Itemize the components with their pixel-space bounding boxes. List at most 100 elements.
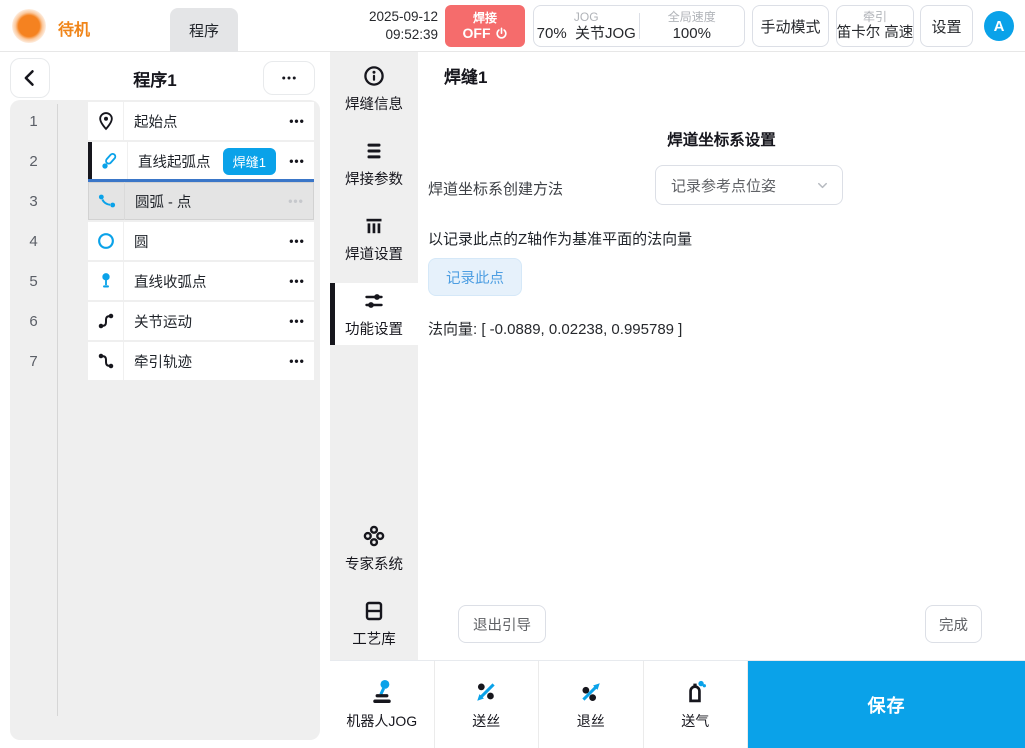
section-title: 焊道坐标系设置 — [667, 132, 776, 149]
chevron-left-icon — [24, 70, 34, 86]
row-number: 1 — [29, 112, 38, 130]
row-number: 2 — [29, 152, 38, 170]
wire-retract-icon — [582, 683, 600, 701]
nav-expert-system[interactable]: 专家系统 — [330, 518, 418, 580]
robot-jog-button[interactable]: 机器人JOG — [330, 661, 435, 748]
app-root: 待机 程序 2025-09-12 09:52:39 焊接 OFF JOG 70%… — [0, 0, 1025, 748]
row-menu-icon[interactable]: ••• — [280, 154, 314, 168]
row-menu-icon[interactable]: ••• — [280, 114, 314, 128]
nav-function-settings[interactable]: 功能设置 — [330, 283, 418, 345]
step-row-circle[interactable]: 圆 ••• — [88, 222, 314, 260]
circle-icon — [88, 222, 124, 260]
sliders-icon — [365, 294, 383, 308]
wire-retract-button[interactable]: 退丝 — [539, 661, 644, 748]
row-menu-icon[interactable]: ••• — [280, 234, 314, 248]
step-row-start-point[interactable]: 起始点 ••• — [88, 102, 314, 140]
time-label: 09:52:39 — [385, 27, 438, 42]
global-speed-control[interactable]: 全局速度 100% — [640, 6, 745, 46]
wire-feed-button[interactable]: 送丝 — [435, 661, 539, 748]
row-number: 6 — [29, 312, 38, 330]
date-label: 2025-09-12 — [368, 9, 438, 24]
jog-value: 70% — [536, 24, 567, 42]
step-row-joint-motion[interactable]: 关节运动 ••• — [88, 302, 314, 340]
row-menu-icon[interactable]: ••• — [279, 194, 313, 208]
weld-power-title: 焊接 — [472, 10, 497, 25]
gutter-divider — [57, 104, 58, 716]
nav-label: 功能设置 — [345, 322, 403, 338]
wire-feed-icon — [477, 683, 495, 701]
chevron-down-icon — [818, 182, 827, 188]
bb-label: 送气 — [681, 713, 710, 729]
row-number: 5 — [29, 272, 38, 290]
nav-weld-info[interactable]: 焊缝信息 — [330, 58, 418, 120]
jog-speed-group: JOG 70% 关节JOG 全局速度 100% — [533, 5, 745, 47]
user-avatar[interactable]: A — [984, 11, 1014, 41]
arc-point-icon — [89, 182, 125, 220]
program-step-list: 1 2 3 4 5 6 7 起始点 ••• 直线起弧点 焊缝1 ••• 圆弧 -… — [10, 100, 320, 740]
node-cluster-icon — [363, 525, 385, 547]
weld-power-state: OFF — [462, 24, 491, 41]
function-sidebar: 焊缝信息 焊接参数 焊道设置 功能设置 专家系统 工艺库 — [330, 52, 418, 660]
gas-cylinder-icon — [689, 680, 707, 703]
bb-label: 机器人JOG — [346, 713, 418, 729]
done-button[interactable]: 完成 — [925, 605, 982, 643]
step-label: 牵引轨迹 — [134, 354, 192, 371]
nav-weld-params[interactable]: 焊接参数 — [330, 133, 418, 195]
tab-program[interactable]: 程序 — [170, 8, 238, 52]
step-row-arc-point[interactable]: 圆弧 - 点 ••• — [88, 182, 314, 220]
bottom-toolbar: 机器人JOG 送丝 退丝 送气 保存 — [330, 660, 1025, 748]
jog-mode-control[interactable]: JOG 70% 关节JOG — [534, 6, 639, 46]
datetime: 2025-09-12 09:52:39 — [348, 8, 438, 44]
row-menu-icon[interactable]: ••• — [280, 274, 314, 288]
normal-vector-value: 法向量: [ -0.0889, 0.02238, 0.995789 ] — [428, 321, 683, 338]
topbar: 待机 程序 2025-09-12 09:52:39 焊接 OFF JOG 70%… — [0, 0, 1025, 52]
step-label: 起始点 — [134, 114, 178, 131]
status-label: 待机 — [58, 22, 91, 39]
exit-guide-button[interactable]: 退出引导 — [458, 605, 546, 643]
traction-label: 牵引 — [862, 9, 887, 24]
weld-power-button[interactable]: 焊接 OFF — [445, 5, 525, 47]
info-icon — [364, 66, 384, 86]
select-value: 记录参考点位姿 — [671, 177, 777, 195]
gas-feed-button[interactable]: 送气 — [644, 661, 748, 748]
back-button[interactable] — [10, 58, 50, 98]
row-menu-icon[interactable]: ••• — [280, 314, 314, 328]
arc-start-icon — [92, 142, 128, 180]
settings-button[interactable]: 设置 — [920, 5, 973, 47]
active-indicator-bar — [330, 283, 335, 345]
traction-mode-control[interactable]: 牵引 笛卡尔 高速 — [836, 5, 914, 47]
nav-process-library[interactable]: 工艺库 — [330, 593, 418, 655]
step-row-line-arc-end[interactable]: 直线收弧点 ••• — [88, 262, 314, 300]
step-label: 直线起弧点 — [138, 154, 211, 171]
manual-mode-button[interactable]: 手动模式 — [752, 5, 829, 47]
more-options-icon — [282, 76, 296, 80]
row-menu-icon[interactable]: ••• — [280, 354, 314, 368]
nav-label: 专家系统 — [345, 557, 403, 573]
arc-end-icon — [88, 262, 124, 300]
jog-mode: 关节JOG — [575, 24, 636, 42]
nav-label: 焊接参数 — [345, 172, 403, 188]
joint-motion-icon — [88, 302, 124, 340]
nav-label: 焊缝信息 — [345, 97, 403, 113]
nav-bead-settings[interactable]: 焊道设置 — [330, 208, 418, 270]
jog-label: JOG — [573, 9, 599, 24]
step-row-line-arc-start[interactable]: 直线起弧点 焊缝1 ••• — [88, 142, 314, 180]
step-label: 直线收弧点 — [134, 274, 207, 291]
program-title: 程序1 — [133, 71, 177, 90]
z-axis-hint: 以记录此点的Z轴作为基准平面的法向量 — [428, 231, 693, 248]
nav-label: 工艺库 — [352, 632, 396, 648]
weld-seam-badge[interactable]: 焊缝1 — [222, 147, 276, 175]
start-point-icon — [88, 102, 124, 140]
step-label: 圆弧 - 点 — [135, 194, 192, 211]
program-menu-button[interactable] — [263, 61, 315, 95]
library-box-icon — [365, 601, 383, 621]
page-title: 焊缝1 — [444, 68, 488, 87]
step-label: 圆 — [134, 234, 149, 251]
row-number: 4 — [29, 232, 38, 250]
record-point-button[interactable]: 记录此点 — [428, 258, 522, 296]
main-panel: 焊缝1 焊道坐标系设置 焊道坐标系创建方法 记录参考点位姿 以记录此点的Z轴作为… — [418, 52, 1025, 660]
global-speed-label: 全局速度 — [667, 9, 716, 24]
save-button[interactable]: 保存 — [748, 661, 1025, 748]
step-row-traction-track[interactable]: 牵引轨迹 ••• — [88, 342, 314, 380]
coord-method-select[interactable]: 记录参考点位姿 — [655, 165, 843, 205]
